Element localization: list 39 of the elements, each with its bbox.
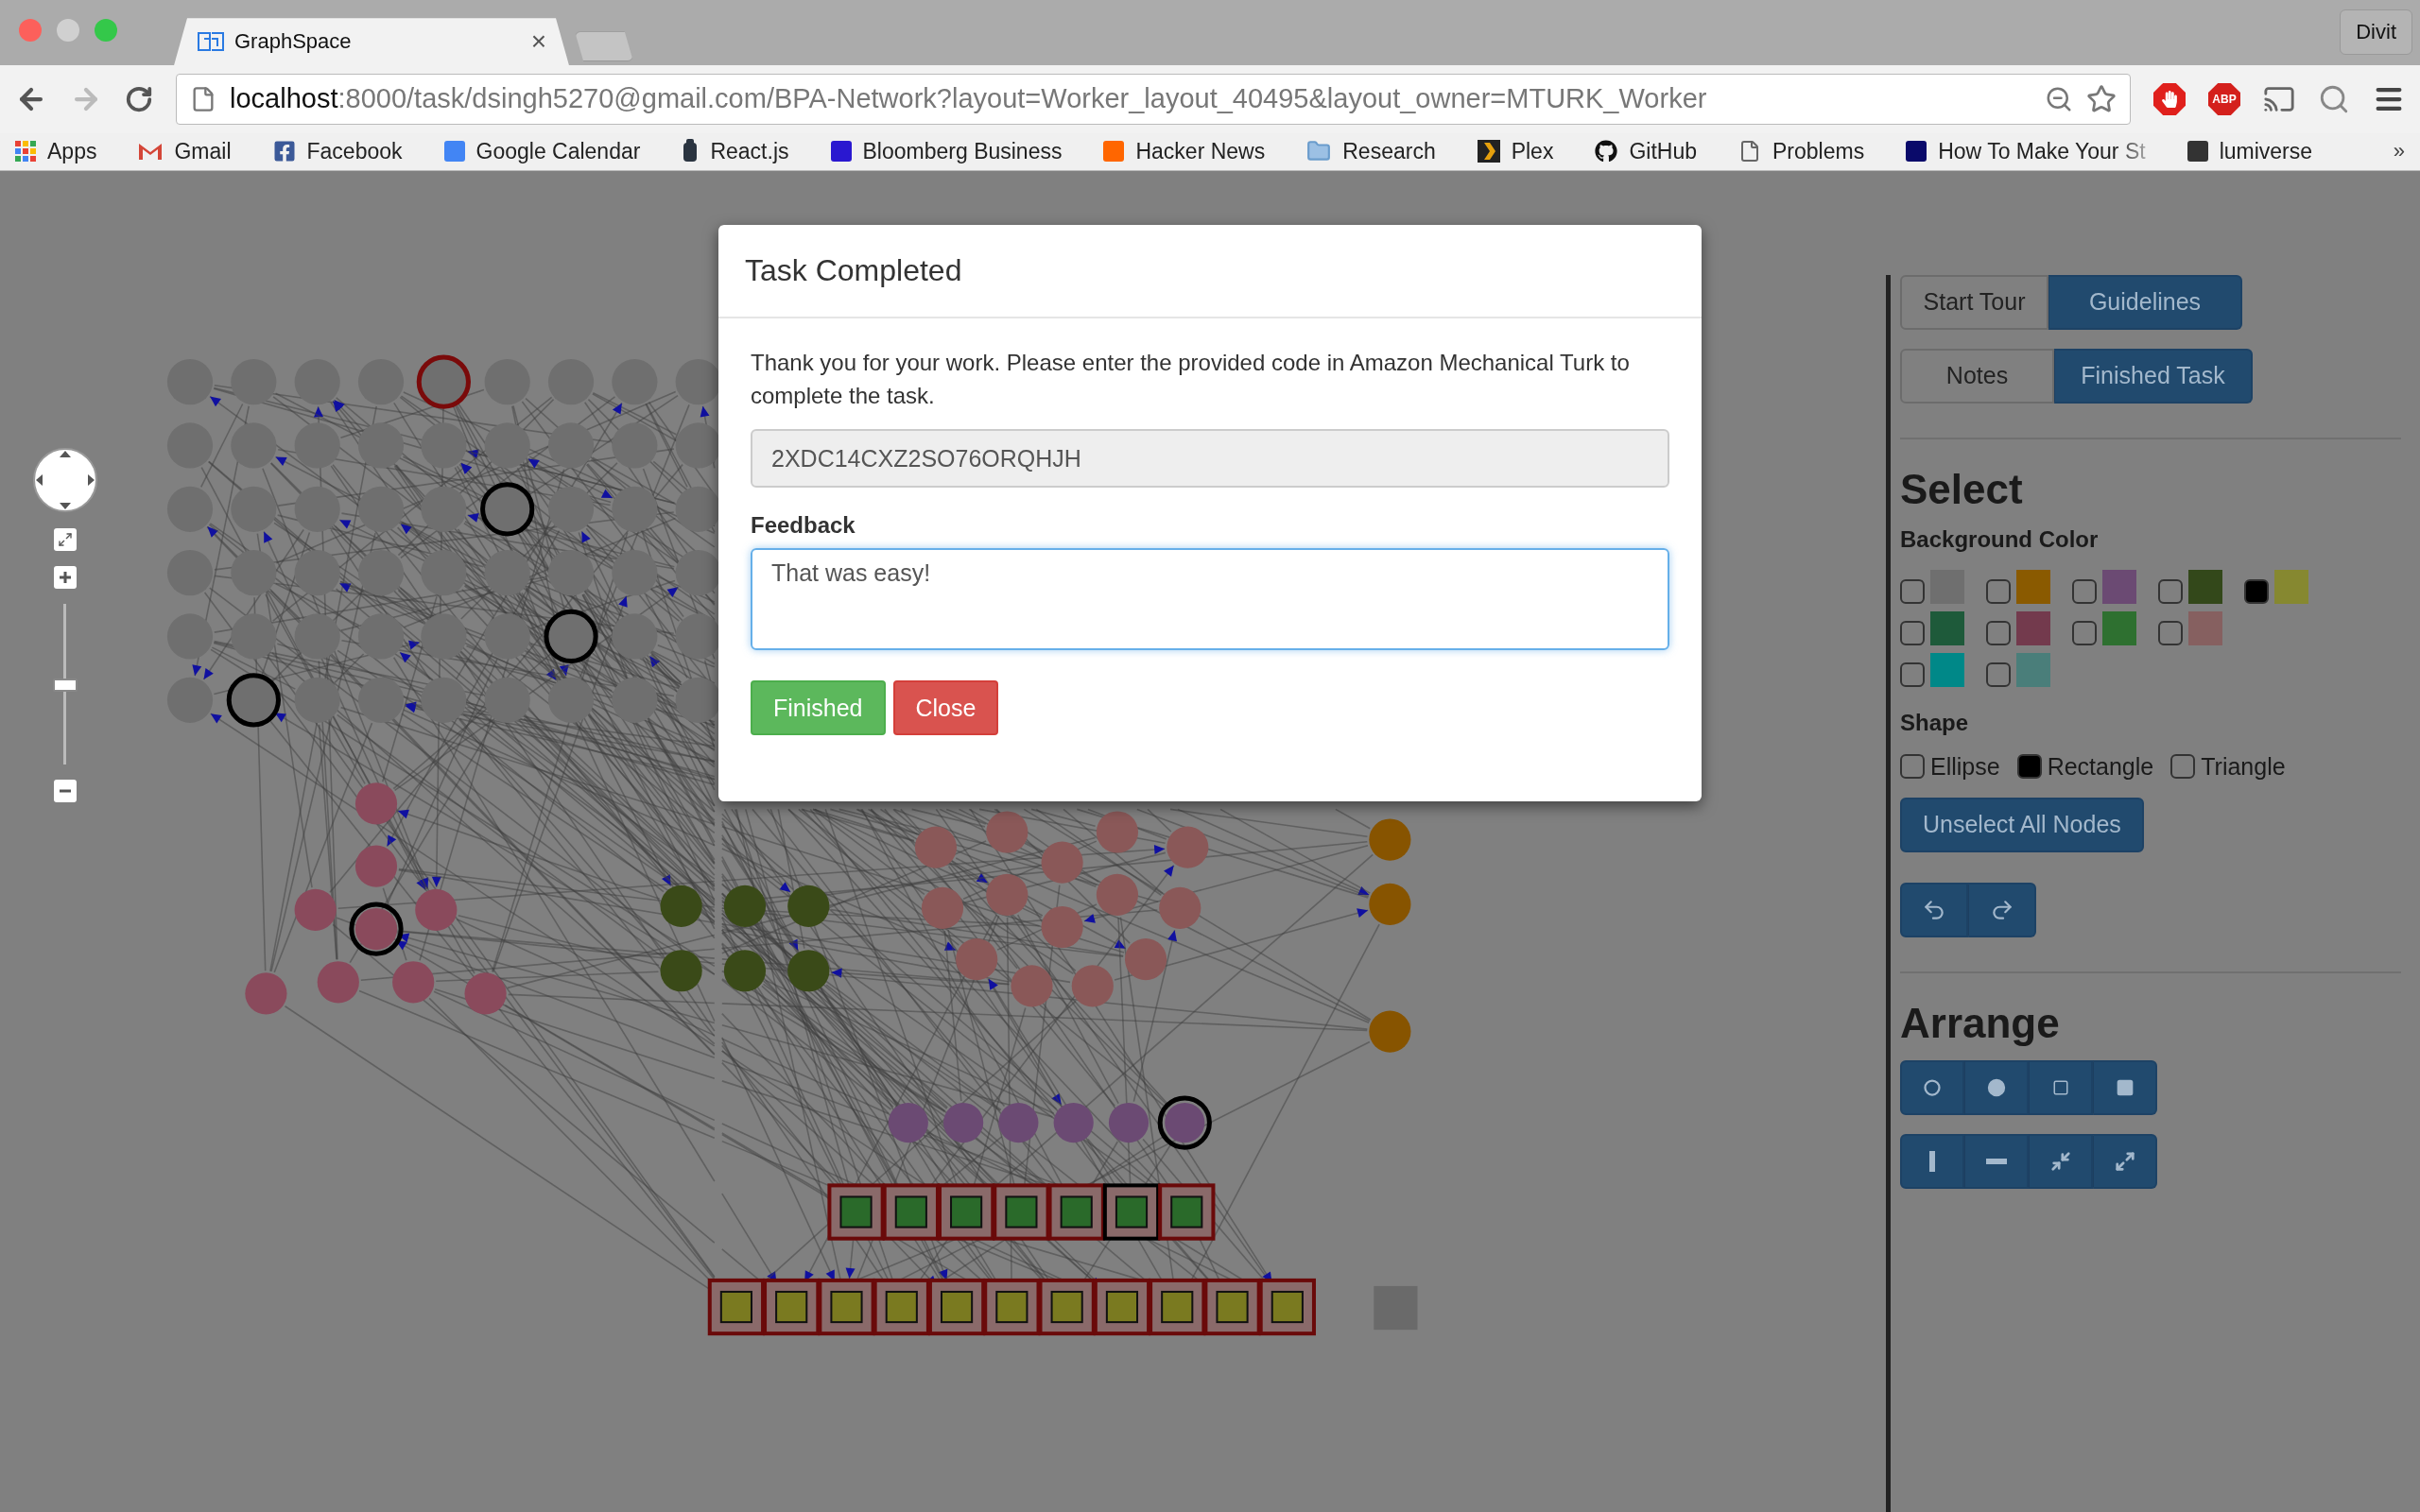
profile-button[interactable]: Divit xyxy=(2340,9,2412,55)
bookmark-link[interactable]: GitHub xyxy=(1629,138,1697,164)
section-heading: Select xyxy=(1900,465,2024,513)
browser-tab[interactable]: GraphSpace × xyxy=(174,18,569,66)
address-bar[interactable]: localhost:8000/task/dsingh5270@gmail.com/BPA-Network?layout=Worker_layout_40495&layout_owner=MTURK_Worker xyxy=(176,73,2131,125)
bookmark-link[interactable]: Google Calendar xyxy=(475,138,641,164)
bookmark-link[interactable]: How To Make Your St xyxy=(1938,138,2146,164)
panel-button[interactable]: Finished Task xyxy=(2054,348,2253,404)
bookmark-link[interactable]: Research xyxy=(1342,138,1436,164)
tab-close-button[interactable]: × xyxy=(530,26,546,58)
bookmark-link[interactable]: Problems xyxy=(1772,138,1865,164)
unselect-button[interactable]: Unselect All Nodes xyxy=(1900,797,2144,852)
bookmark-link[interactable]: Apps xyxy=(47,138,97,164)
dialog-title: Task Completed xyxy=(745,252,963,288)
option-label: Rectangle xyxy=(2047,752,2154,781)
panel-button[interactable]: Start Tour xyxy=(1900,274,2048,330)
option-label: Triangle xyxy=(2201,752,2286,781)
tab-title: GraphSpace xyxy=(234,29,353,55)
panel-button[interactable]: Notes xyxy=(1900,348,2054,404)
bookmark-link[interactable]: React.js xyxy=(710,138,789,164)
feedback-label: Feedback xyxy=(751,512,856,540)
url-text: localhost:8000/task/dsingh5270@gmail.com/BPA-Network?layout=Worker_layout_40495&layout_owner=MTURK_Worker xyxy=(230,83,1708,115)
field-label: Background Color xyxy=(1900,525,2100,553)
bookmark-link[interactable]: lumiverse xyxy=(2219,138,2313,164)
feedback-field[interactable]: That was easy! xyxy=(751,548,1669,651)
bookmark-link[interactable]: Hacker News xyxy=(1135,138,1266,164)
dialog-button[interactable]: Close xyxy=(892,680,999,736)
option-label: Ellipse xyxy=(1930,752,2000,781)
section-heading: Arrange xyxy=(1900,999,2061,1047)
adblock-button[interactable]: ABP xyxy=(2208,82,2240,115)
bookmark-link[interactable]: Gmail xyxy=(174,138,232,164)
code-field[interactable]: 2XDC14CXZ2SO76ORQHJH xyxy=(751,429,1669,489)
panel-button[interactable]: Guidelines xyxy=(2048,274,2242,330)
dialog-message: Thank you for your work. Please enter the provided code in Amazon Mechanical Turk to complete the task. xyxy=(751,348,1631,410)
bookmark-link[interactable]: Facebook xyxy=(306,138,403,164)
field-label: Shape xyxy=(1900,709,1970,736)
bookmark-link[interactable]: Bloomberg Business xyxy=(862,138,1063,164)
bookmark-link[interactable]: Plex xyxy=(1511,138,1554,164)
bookmarks-overflow-button[interactable]: » xyxy=(2393,139,2405,164)
